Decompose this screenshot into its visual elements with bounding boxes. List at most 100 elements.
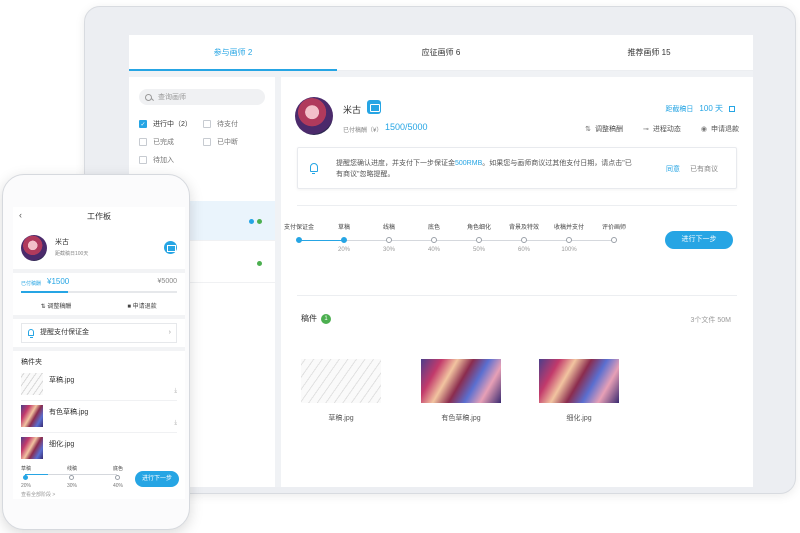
step-node-icon [69,475,74,480]
filter-in-progress[interactable]: ✓ 进行中（2） [139,119,203,129]
deadline: 距截稿日100天 [55,251,89,257]
agree-link[interactable]: 同意 [666,164,680,174]
filter-label: 待支付 [217,121,238,128]
stepper-step[interactable]: 线稿 30% [369,223,409,253]
next-step-button[interactable]: 进行下一步 [135,471,179,487]
step-node-icon [341,237,347,243]
filter-label: 待加入 [153,157,174,164]
checkbox-icon[interactable] [203,120,211,128]
adjust-fee-label: 调整稿酬 [47,304,72,310]
view-all-stages-link[interactable]: 查看全部阶段 > [21,491,55,498]
file-name: 草稿.jpg [328,415,354,422]
file-thumbnail[interactable] [301,359,381,403]
checkbox-icon[interactable] [139,138,147,146]
progress-updates-button[interactable]: ⊸ 进程动态 [643,124,681,134]
remind-label: 提醒支付保证金 [40,329,89,336]
search-placeholder: 查询画师 [158,94,186,101]
file-thumbnail[interactable] [539,359,619,403]
status-dot-icon [257,261,262,266]
file-thumbnail[interactable] [21,437,43,459]
file-item-refined[interactable]: 细化.jpg [539,359,619,423]
step-node-icon [521,237,527,243]
checkbox-icon[interactable] [139,156,147,164]
stepper-step[interactable]: 线稿 30% [67,465,91,489]
step-percent: 40% [113,483,124,489]
file-item-color-sketch[interactable]: 有色草稿.jpg [421,359,501,423]
fee-value: 1500/5000 [385,122,428,132]
artist-avatar[interactable] [295,97,333,135]
stepper-step[interactable]: 草稿 20% [324,223,364,253]
stepper-step[interactable]: 收稿并支付 100% [549,223,589,253]
tab-bar: 参与画师 2 应征画师 6 推荐画师 15 [129,35,753,71]
stepper-step[interactable]: 底色 40% [414,223,454,253]
refund-button[interactable]: ◉ 申请退款 [701,124,739,134]
checkbox-icon[interactable] [203,138,211,146]
step-label: 草稿 [21,466,32,472]
checkbox-checked-icon[interactable]: ✓ [139,120,147,128]
refund-button[interactable]: ■ 申请退款 [99,299,185,315]
file-item-sketch[interactable]: 草稿.jpg [301,359,381,423]
adjust-fee-button[interactable]: ⇅ 调整稿酬 [13,299,99,315]
search-input[interactable]: 查询画师 [139,89,265,105]
step-label: 线稿 [382,225,395,231]
tab-participating-artists[interactable]: 参与画师 2 [129,35,337,71]
stepper-step[interactable]: 背景及特效 60% [504,223,544,253]
remind-payment-row[interactable]: 提醒支付保证金 › [21,323,177,343]
stepper-step[interactable]: 角色细化 50% [459,223,499,253]
file-list-item[interactable]: 草稿.jpg ⤓ [21,371,177,401]
tab-recommended-artists[interactable]: 推荐画师 15 [545,35,753,70]
next-step-button[interactable]: 进行下一步 [665,231,733,249]
status-dot-icon [257,219,262,224]
filter-completed[interactable]: 已完成 [139,137,203,147]
file-thumbnail[interactable] [421,359,501,403]
step-label: 底色 [113,466,124,472]
download-icon[interactable]: ⤓ [174,388,177,395]
stepper-step[interactable]: 评价画师 [594,223,634,247]
adjust-fee-button[interactable]: ⇅ 调整稿酬 [585,124,623,134]
arrow-icon: ⊸ [643,126,649,133]
chat-icon[interactable] [367,100,381,114]
download-icon[interactable]: ⤓ [174,420,177,427]
files-header: 稿件 1 [301,313,331,324]
stepper-step[interactable]: 支付保证金 [279,223,319,247]
file-name: 有色草稿.jpg [441,415,481,422]
divider [13,269,185,273]
status-filters: ✓ 进行中（2） 待支付 已完成 已中断 待加入 [139,115,275,169]
artist-avatar[interactable] [21,235,47,261]
deadline-days: 100 天 [699,104,723,113]
filter-interrupted[interactable]: 已中断 [203,137,267,147]
step-percent: 40% [427,247,440,253]
payment-reminder-notice: 提醒您确认进度，并支付下一步保证金500RMB。如果您与画师商议过其他支付日期，… [297,147,737,189]
file-thumbnail[interactable] [21,373,43,395]
already-negotiated-link[interactable]: 已有商议 [690,164,718,174]
tab-applicant-artists[interactable]: 应征画师 6 [337,35,545,70]
file-list-item[interactable]: 细化.jpg [21,435,177,465]
mobile-actions: ⇅ 调整稿酬 ■ 申请退款 [13,299,185,315]
refund-label: 申请退款 [132,304,157,310]
file-list-item[interactable]: 有色草稿.jpg ⤓ [21,403,177,433]
filter-label: 已中断 [217,139,238,146]
step-label: 评价画师 [601,225,626,231]
bell-icon [310,163,318,174]
stepper-step[interactable]: 底色 40% [113,465,137,489]
mobile-screen: ‹ 工作板 米古 距截稿日100天 已付稿酬 ¥1500 ¥5000 ⇅ 调整稿… [13,207,185,499]
files-title: 稿件 [301,314,317,323]
fee-paid: ¥1500 [47,277,70,286]
artist-name: 米古 [55,239,69,246]
artist-name: 米古 [343,105,362,115]
fee-progress-bar [21,291,177,293]
refund-label: 申请退款 [711,126,739,133]
step-label: 草稿 [337,225,350,231]
edit-icon[interactable] [729,105,735,112]
chat-icon[interactable] [164,241,177,254]
filter-pending-payment[interactable]: 待支付 [203,119,267,129]
file-thumbnail[interactable] [21,405,43,427]
filter-to-join[interactable]: 待加入 [139,155,203,165]
file-name: 细化.jpg [49,441,75,448]
file-name: 草稿.jpg [49,377,75,384]
filter-label: 已完成 [153,139,174,146]
search-icon [145,93,152,101]
step-node-icon [386,237,392,243]
step-percent: 30% [382,247,395,253]
stepper-step[interactable]: 草稿 20% [21,465,45,489]
